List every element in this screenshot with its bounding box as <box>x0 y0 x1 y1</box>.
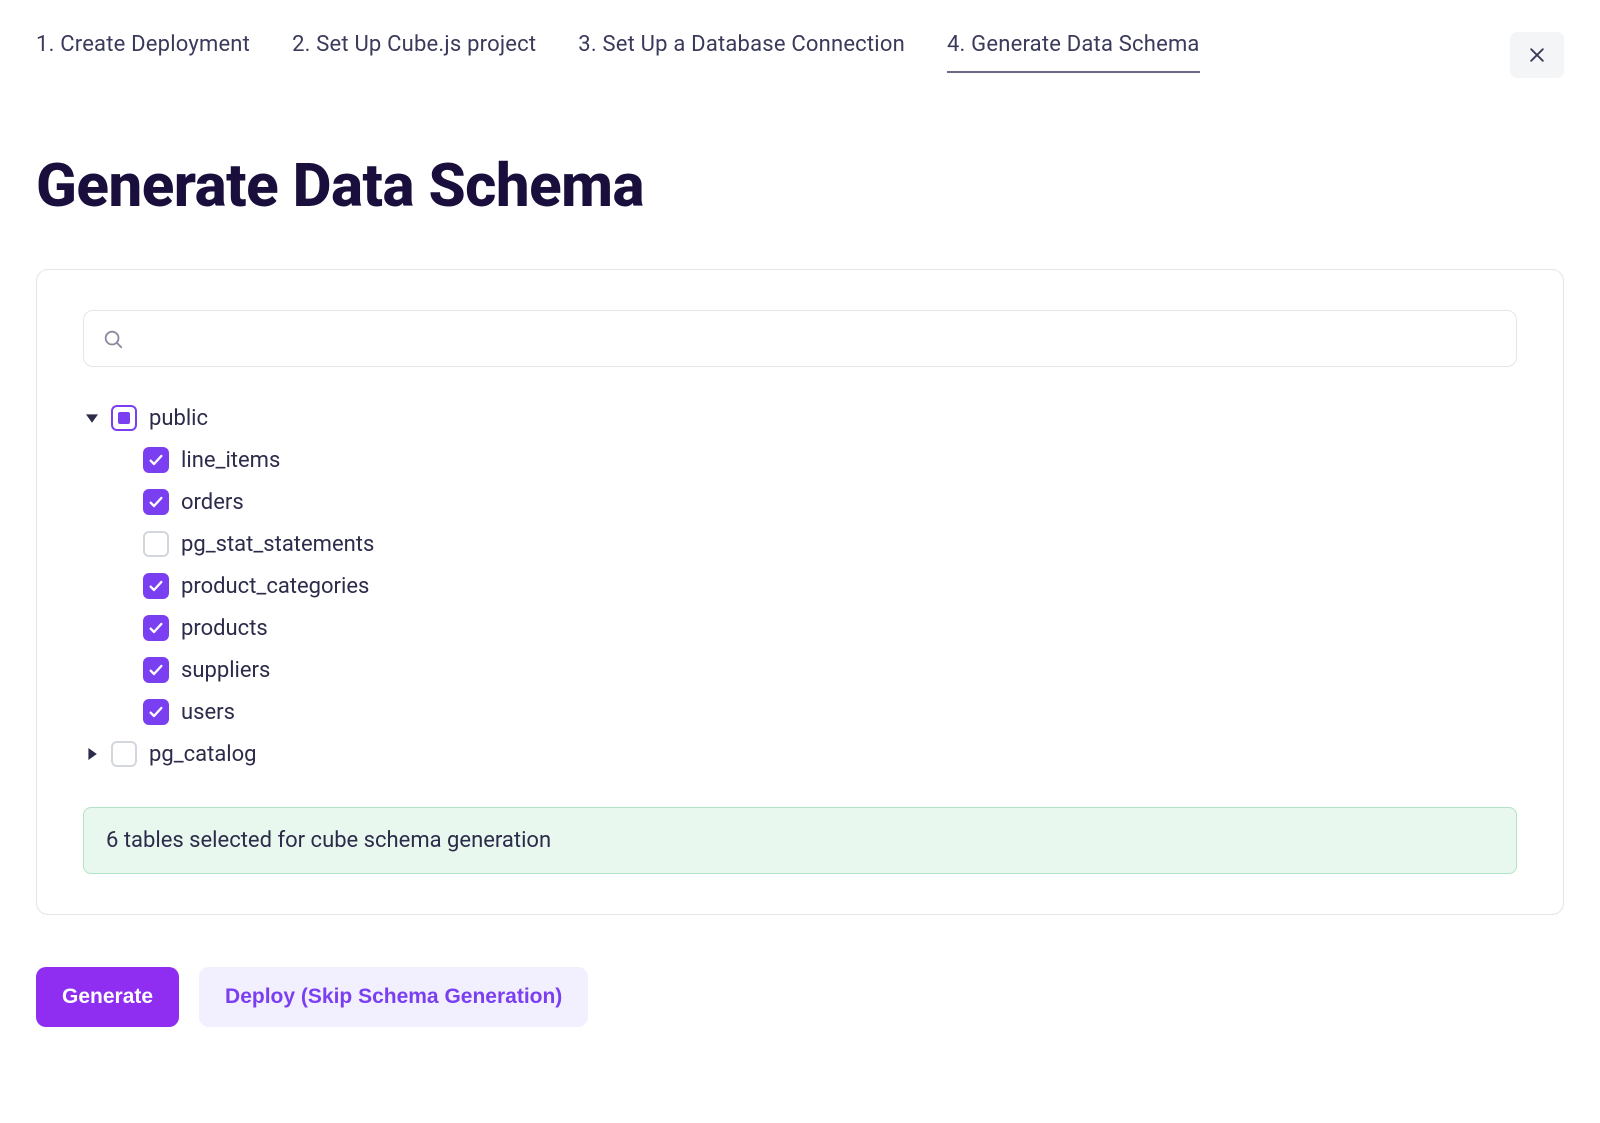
checkbox-suppliers[interactable] <box>143 657 169 683</box>
check-icon <box>148 494 164 510</box>
table-row[interactable]: line_items <box>83 439 1517 481</box>
schema-label: pg_catalog <box>149 742 257 767</box>
deploy-skip-button[interactable]: Deploy (Skip Schema Generation) <box>199 967 588 1027</box>
step-create-deployment[interactable]: 1. Create Deployment <box>36 32 250 73</box>
table-row[interactable]: orders <box>83 481 1517 523</box>
close-icon <box>1527 45 1547 65</box>
caret-right-icon[interactable] <box>85 747 99 761</box>
table-label: product_categories <box>181 574 369 599</box>
checkbox-users[interactable] <box>143 699 169 725</box>
step-setup-cubejs[interactable]: 2. Set Up Cube.js project <box>292 32 536 73</box>
table-label: orders <box>181 490 244 515</box>
table-label: suppliers <box>181 658 270 683</box>
schema-card: public line_items orders pg_stat_stateme… <box>36 269 1564 915</box>
wizard-steps: 1. Create Deployment 2. Set Up Cube.js p… <box>36 32 1200 73</box>
check-icon <box>148 578 164 594</box>
checkbox-product-categories[interactable] <box>143 573 169 599</box>
checkbox-line-items[interactable] <box>143 447 169 473</box>
check-icon <box>148 620 164 636</box>
generate-button[interactable]: Generate <box>36 967 179 1027</box>
table-label: products <box>181 616 268 641</box>
step-setup-database[interactable]: 3. Set Up a Database Connection <box>578 32 905 73</box>
table-label: line_items <box>181 448 280 473</box>
table-label: users <box>181 700 235 725</box>
search-input-wrapper[interactable] <box>83 310 1517 367</box>
schema-row-public[interactable]: public <box>83 397 1517 439</box>
schema-row-pg-catalog[interactable]: pg_catalog <box>83 733 1517 775</box>
search-input[interactable] <box>138 327 1498 350</box>
step-generate-schema[interactable]: 4. Generate Data Schema <box>947 32 1200 73</box>
table-label: pg_stat_statements <box>181 532 374 557</box>
table-row[interactable]: product_categories <box>83 565 1517 607</box>
check-icon <box>148 704 164 720</box>
checkbox-products[interactable] <box>143 615 169 641</box>
checkbox-pg-catalog[interactable] <box>111 741 137 767</box>
table-row[interactable]: pg_stat_statements <box>83 523 1517 565</box>
table-row[interactable]: users <box>83 691 1517 733</box>
checkbox-orders[interactable] <box>143 489 169 515</box>
checkbox-public[interactable] <box>111 405 137 431</box>
check-icon <box>148 662 164 678</box>
indeterminate-mark-icon <box>118 412 130 424</box>
table-row[interactable]: suppliers <box>83 649 1517 691</box>
schema-label: public <box>149 406 208 431</box>
checkbox-pg-stat-statements[interactable] <box>143 531 169 557</box>
page-title: Generate Data Schema <box>36 150 1564 221</box>
check-icon <box>148 452 164 468</box>
close-button[interactable] <box>1510 32 1564 78</box>
search-icon <box>102 328 124 350</box>
caret-down-icon[interactable] <box>85 411 99 425</box>
selection-status: 6 tables selected for cube schema genera… <box>83 807 1517 874</box>
table-row[interactable]: products <box>83 607 1517 649</box>
action-bar: Generate Deploy (Skip Schema Generation) <box>36 967 1564 1027</box>
schema-tree: public line_items orders pg_stat_stateme… <box>83 397 1517 775</box>
